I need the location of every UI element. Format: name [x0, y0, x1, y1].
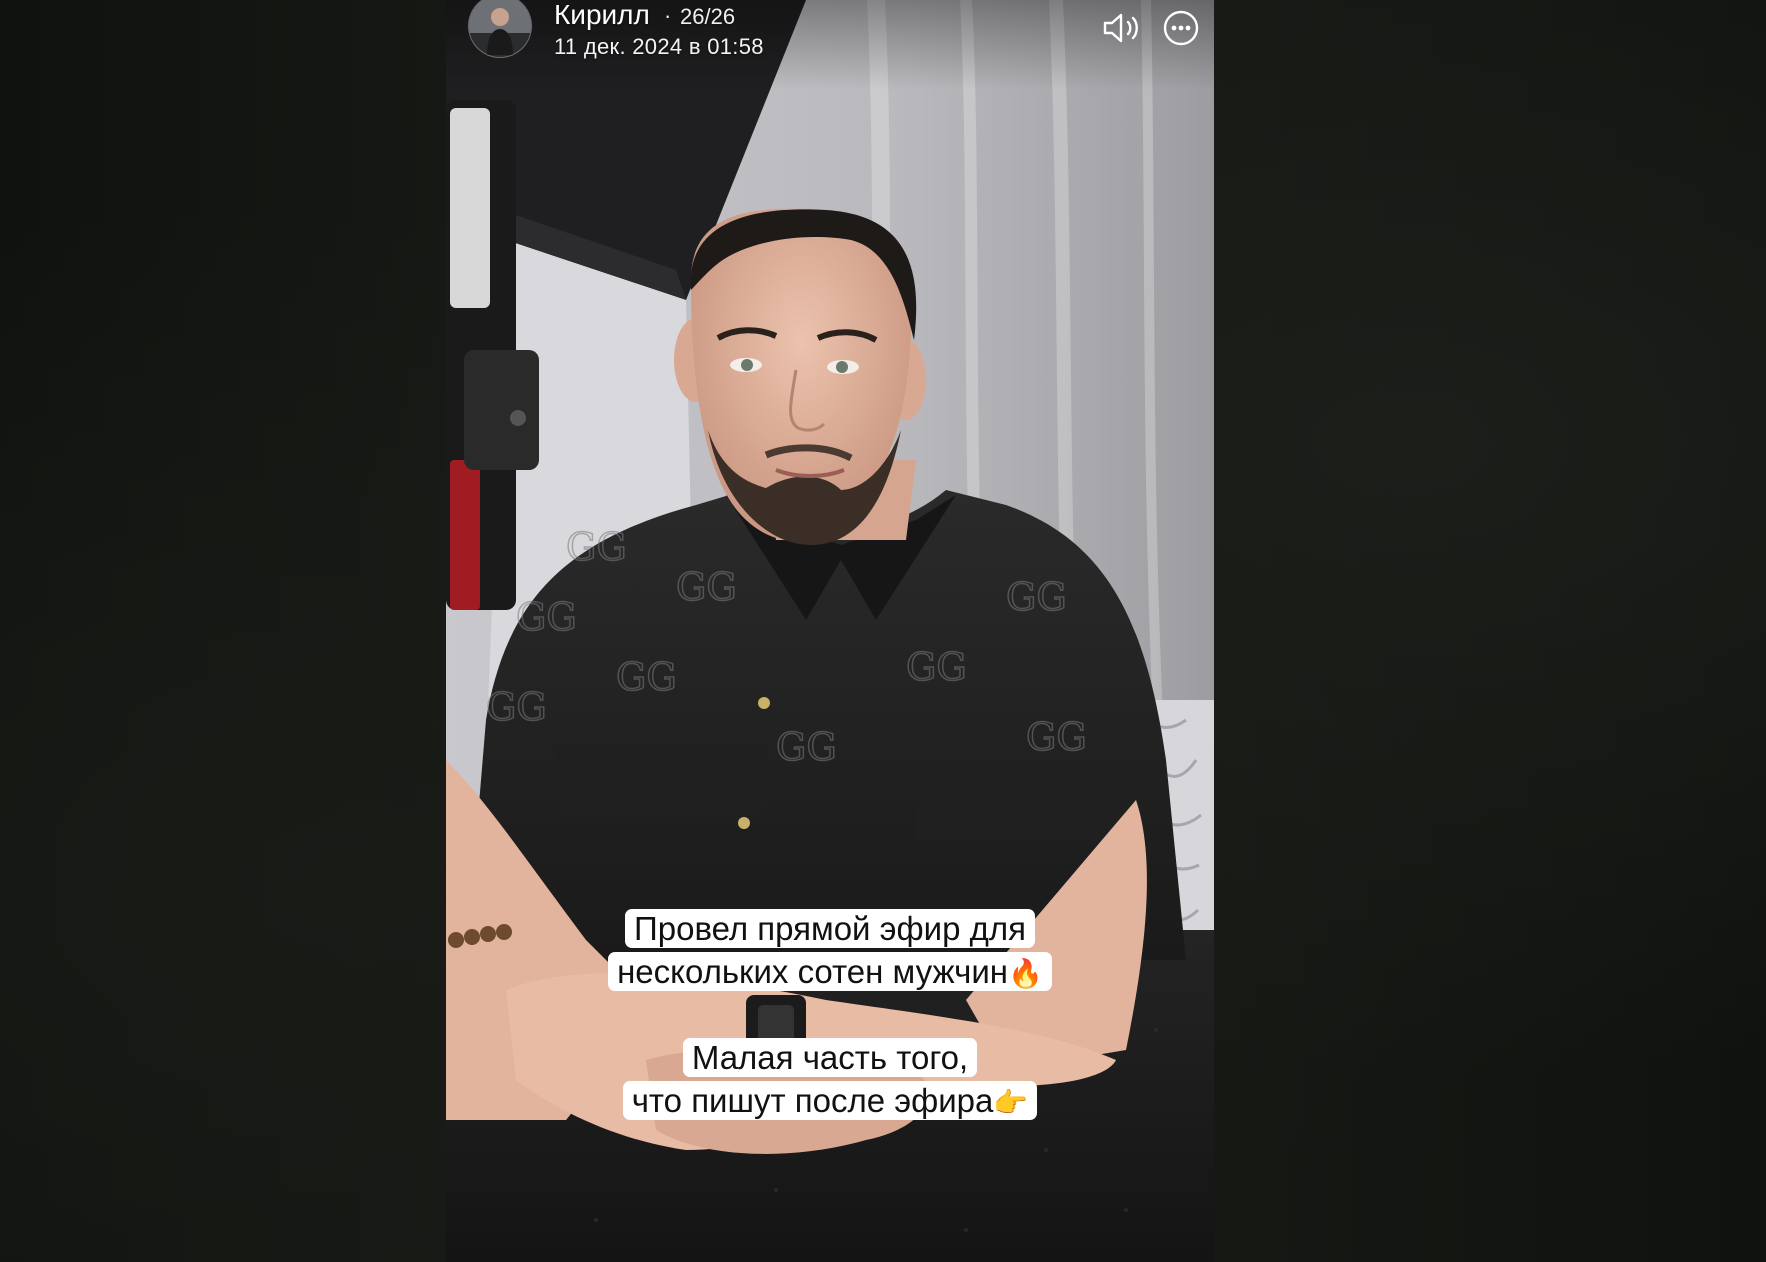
caption-first: Провел прямой эфир для нескольких сотен … [446, 907, 1214, 995]
fire-emoji: 🔥 [1008, 957, 1043, 990]
caption-second: Малая часть того, что пишут после эфира👉 [446, 1036, 1214, 1124]
caption-second-line2: что пишут после эфира [631, 1082, 994, 1119]
more-options-button[interactable] [1158, 8, 1204, 48]
pointing-right-emoji: 👉 [993, 1086, 1029, 1119]
story-timestamp: 11 дек. 2024 в 01:58 [554, 34, 764, 59]
svg-text:GG: GG [676, 565, 737, 609]
more-options-icon [1163, 10, 1199, 46]
story-counter: 26/26 [680, 4, 736, 29]
caption-first-line2-box: нескольких сотен мужчин🔥 [608, 952, 1052, 991]
svg-text:GG: GG [906, 645, 967, 689]
svg-text:GG: GG [1006, 575, 1067, 619]
svg-text:GG: GG [566, 525, 627, 569]
header-separator: · [664, 3, 672, 28]
story-viewer[interactable]: GG GG GG GG GG GG GG GG GG Кирилл · 26/2… [446, 0, 1214, 1262]
caption-second-line2-box: что пишут после эфира👉 [622, 1081, 1038, 1120]
speaker-icon [1103, 13, 1138, 43]
svg-text:GG: GG [486, 685, 547, 729]
author-avatar[interactable] [468, 0, 532, 58]
avatar-image [469, 0, 531, 57]
caption-second-line1: Малая часть того, [682, 1038, 978, 1077]
caption-first-line2: нескольких сотен мужчин [617, 953, 1009, 990]
sound-button[interactable] [1100, 8, 1146, 48]
svg-text:GG: GG [516, 595, 577, 639]
svg-text:GG: GG [776, 725, 837, 769]
caption-first-line1: Провел прямой эфир для [625, 909, 1035, 948]
story-header: Кирилл · 26/26 11 дек. 2024 в 01:58 [446, 0, 1214, 120]
svg-text:GG: GG [1026, 715, 1087, 759]
author-name[interactable]: Кирилл [554, 0, 650, 31]
svg-text:GG: GG [616, 655, 677, 699]
